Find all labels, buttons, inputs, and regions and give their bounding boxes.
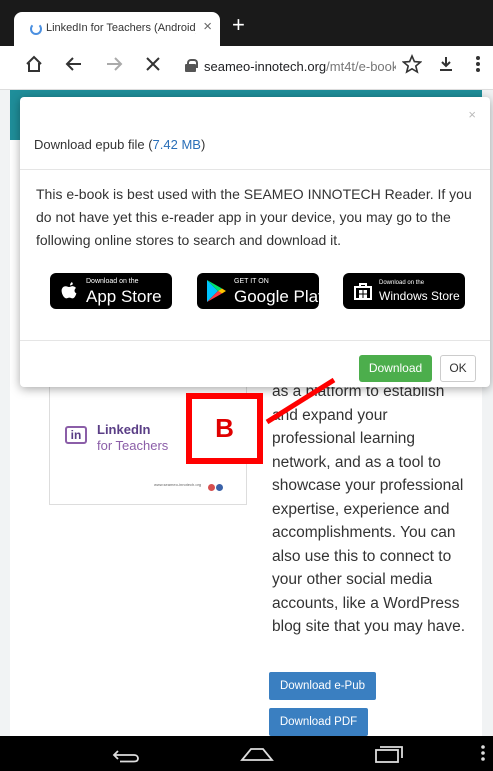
annotation-label: B	[215, 413, 234, 443]
back-nav-icon[interactable]	[112, 747, 140, 768]
annotation-arrow	[265, 377, 336, 425]
annotation-box: B	[186, 393, 263, 464]
recents-nav-icon[interactable]	[374, 745, 404, 768]
android-nav-bar	[0, 736, 493, 771]
overflow-nav-icon[interactable]	[480, 744, 486, 767]
device-screen: LinkedIn for Teachers (Android) × + seam…	[0, 0, 493, 771]
home-nav-icon[interactable]	[240, 746, 274, 767]
